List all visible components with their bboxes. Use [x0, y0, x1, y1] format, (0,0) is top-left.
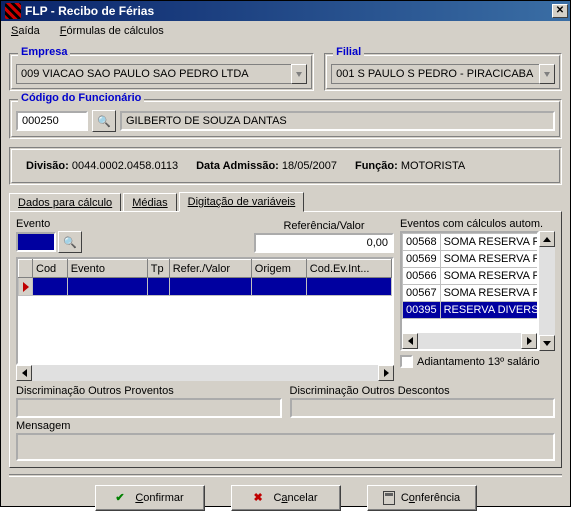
scroll-down-button[interactable] [539, 335, 555, 351]
tab-panel-digitacao: Evento 🔍 Referência/Valor [9, 211, 562, 468]
filial-label: Filial [333, 46, 364, 58]
disc-descontos-label: Discriminação Outros Descontos [290, 385, 556, 397]
close-button[interactable]: ✕ [552, 4, 568, 18]
x-icon: ✖ [253, 491, 267, 505]
scroll-left-button[interactable] [16, 365, 32, 381]
empresa-group: Empresa [9, 53, 314, 91]
referencia-label: Referência/Valor [254, 220, 394, 232]
calculator-icon [383, 491, 395, 505]
empresa-input[interactable] [16, 64, 291, 84]
adiantamento-checkbox[interactable]: Adiantamento 13º salário [400, 355, 555, 368]
scroll-right-button[interactable] [521, 333, 537, 349]
window-title: FLP - Recibo de Férias [25, 4, 552, 18]
conferencia-button[interactable]: Conferência [367, 485, 477, 511]
filial-input[interactable] [331, 64, 539, 84]
grid-row[interactable] [19, 278, 392, 296]
row-marker-icon [23, 282, 29, 292]
tab-digitacao[interactable]: Digitação de variáveis [179, 192, 305, 212]
list-item[interactable]: 00566SOMA RESERVA FE.. [403, 268, 538, 285]
binoculars-icon: 🔍 [63, 236, 77, 249]
filial-group: Filial [324, 53, 562, 91]
grid-header-row: Cod Evento Tp Refer./Valor Origem Cod.Ev… [19, 260, 392, 278]
filial-dropdown-icon[interactable] [539, 64, 555, 84]
adiantamento-label: Adiantamento 13º salário [417, 356, 540, 368]
disc-proventos-label: Discriminação Outros Proventos [16, 385, 282, 397]
list-item[interactable]: 00568SOMA RESERVA FE.. [403, 234, 538, 251]
list-item[interactable]: 00569SOMA RESERVA FE.. [403, 251, 538, 268]
checkbox-box[interactable] [400, 355, 413, 368]
empresa-dropdown-icon[interactable] [291, 64, 307, 84]
menubar: SSaída/*placeholder*/aída Fórmulas de cá… [1, 21, 570, 41]
cancelar-button[interactable]: ✖ Cancelar [231, 485, 341, 511]
referencia-input[interactable] [254, 233, 394, 253]
app-icon [5, 3, 21, 19]
empresa-combo[interactable] [16, 64, 307, 84]
scroll-left-button[interactable] [402, 333, 418, 349]
menu-saida[interactable]: SSaída/*placeholder*/aída [5, 23, 46, 39]
list-item[interactable]: 00395RESERVA DIVERSA.. [403, 302, 538, 319]
tab-dados[interactable]: Dados para cálculo [9, 193, 121, 212]
evento-code-input[interactable] [16, 232, 56, 252]
employee-name [120, 111, 555, 131]
data-admissao: Data Admissão: 18/05/2007 [196, 160, 337, 172]
codigo-label: Código do Funcionário [18, 92, 144, 104]
codigo-group: Código do Funcionário 🔍 [9, 99, 562, 139]
tabstrip: Dados para cálculo Médias Digitação de v… [9, 191, 562, 211]
evento-label: Evento [16, 218, 82, 230]
list-vscroll[interactable] [539, 231, 555, 351]
list-item[interactable]: 00567SOMA RESERVA FE.. [403, 285, 538, 302]
search-employee-button[interactable]: 🔍 [92, 110, 116, 132]
mensagem-label: Mensagem [16, 420, 555, 432]
check-icon: ✔ [115, 491, 129, 505]
scroll-up-button[interactable] [539, 231, 555, 247]
filial-combo[interactable] [331, 64, 555, 84]
grid-hscroll[interactable] [16, 365, 394, 381]
disc-descontos-input[interactable] [290, 398, 556, 418]
binoculars-icon: 🔍 [97, 115, 111, 128]
list-hscroll[interactable] [402, 333, 537, 349]
titlebar: FLP - Recibo de Férias ✕ [1, 1, 570, 21]
scroll-right-button[interactable] [378, 365, 394, 381]
eventos-autom-list[interactable]: 00568SOMA RESERVA FE..00569SOMA RESERVA … [400, 231, 539, 351]
menu-formulas[interactable]: Fórmulas de cálculosFórmulas de cálculos [54, 23, 170, 39]
funcao: Função: MOTORISTA [355, 160, 465, 172]
tab-medias[interactable]: Médias [123, 193, 176, 212]
divisao: Divisão: 0044.0002.0458.0113 [26, 160, 178, 172]
evento-lookup-button[interactable]: 🔍 [58, 231, 82, 253]
events-grid[interactable]: Cod Evento Tp Refer./Valor Origem Cod.Ev… [16, 257, 394, 365]
info-group: Divisão: 0044.0002.0458.0113 Data Admiss… [9, 147, 562, 185]
mensagem-input[interactable] [16, 433, 555, 461]
empresa-label: Empresa [18, 46, 70, 58]
disc-proventos-input[interactable] [16, 398, 282, 418]
footer-buttons: ✔ Confirmar ✖ Cancelar Conferência [9, 479, 562, 513]
codigo-input[interactable] [16, 111, 88, 131]
app-window: FLP - Recibo de Férias ✕ SSaída/*placeho… [0, 0, 571, 507]
eventos-autom-label: Eventos com cálculos autom. [400, 218, 555, 230]
confirmar-button[interactable]: ✔ Confirmar [95, 485, 205, 511]
